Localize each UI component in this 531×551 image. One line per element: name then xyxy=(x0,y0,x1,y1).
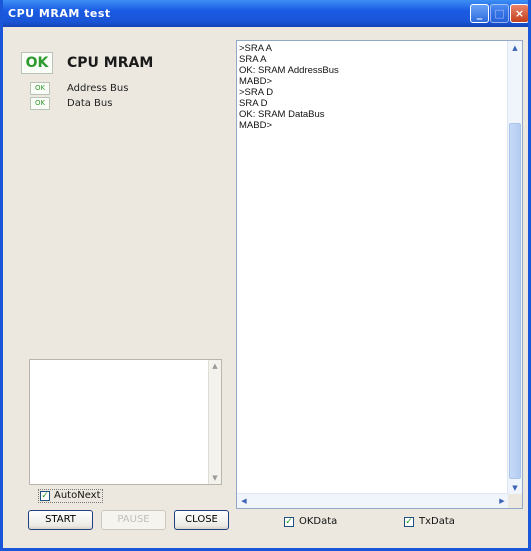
console-line: OK: SRAM DataBus xyxy=(239,109,325,120)
minimize-button[interactable]: _ xyxy=(470,4,489,23)
close-button[interactable]: CLOSE xyxy=(174,510,229,530)
console-output[interactable]: >SRA A SRA A OK: SRAM AddressBus MABD> >… xyxy=(236,40,523,509)
close-window-button[interactable]: × xyxy=(510,4,528,23)
maximize-button[interactable]: □ xyxy=(490,4,509,23)
console-line: >SRA A xyxy=(239,43,273,54)
pause-button[interactable]: PAUSE xyxy=(101,510,166,530)
console-line: OK: SRAM AddressBus xyxy=(239,65,339,76)
console-line: >SRA D xyxy=(239,87,274,98)
title-bar[interactable]: CPU MRAM test _ □ × xyxy=(3,0,528,27)
autonext-checkbox[interactable]: ✓ xyxy=(40,491,50,501)
app-window: CPU MRAM test _ □ × OK CPU MRAM OK Addre… xyxy=(0,0,531,551)
scrollbar-corner xyxy=(508,494,522,508)
data-bus-label: Data Bus xyxy=(67,98,113,109)
log-textbox[interactable]: ▲ ▼ xyxy=(29,359,222,485)
window-title: CPU MRAM test xyxy=(8,7,111,20)
address-bus-status-badge: OK xyxy=(30,82,50,95)
test-title: CPU MRAM xyxy=(67,55,154,71)
console-horizontal-scrollbar[interactable]: ◀ ▶ xyxy=(237,493,509,508)
console-line: MABD> xyxy=(239,120,272,131)
scroll-up-icon[interactable]: ▲ xyxy=(209,360,221,372)
txdata-label: TxData xyxy=(419,516,455,527)
log-textbox-scrollbar[interactable]: ▲ ▼ xyxy=(208,360,221,484)
okdata-checkbox[interactable]: ✓ xyxy=(284,517,294,527)
console-vertical-scrollbar[interactable]: ▲ ▼ xyxy=(507,41,522,495)
scroll-up-icon[interactable]: ▲ xyxy=(508,41,522,55)
txdata-checkbox[interactable]: ✓ xyxy=(404,517,414,527)
scroll-right-icon[interactable]: ▶ xyxy=(495,494,509,508)
console-line: MABD> xyxy=(239,76,272,87)
scroll-down-icon[interactable]: ▼ xyxy=(508,481,522,495)
scroll-left-icon[interactable]: ◀ xyxy=(237,494,251,508)
scroll-down-icon[interactable]: ▼ xyxy=(209,472,221,484)
data-bus-status-badge: OK xyxy=(30,97,50,110)
console-line: SRA A xyxy=(239,54,267,65)
start-button[interactable]: START xyxy=(28,510,93,530)
console-text: >SRA A SRA A OK: SRAM AddressBus MABD> >… xyxy=(239,43,507,131)
console-scroll-thumb[interactable] xyxy=(509,123,521,479)
address-bus-label: Address Bus xyxy=(67,83,129,94)
main-status-badge: OK xyxy=(21,52,53,74)
okdata-label: OKData xyxy=(299,516,338,527)
console-line: SRA D xyxy=(239,98,268,109)
autonext-label: AutoNext xyxy=(54,490,101,501)
